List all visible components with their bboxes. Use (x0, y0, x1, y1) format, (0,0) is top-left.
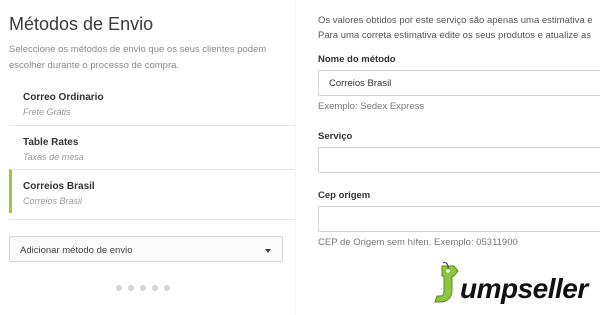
shipping-method-list: Correo Ordinario Frete Grátis Table Rate… (9, 81, 295, 213)
pagination-dot[interactable] (152, 285, 158, 291)
origin-zip-hint: CEP de Origem sem hífen. Exemplo: 053119… (318, 237, 518, 248)
pagination-dot[interactable] (140, 285, 146, 291)
notice-line: Os valores obtidos por este serviço são … (318, 15, 593, 26)
add-shipping-method-dropdown[interactable]: Adicionar método de envio (9, 236, 283, 262)
panel-description: Seleccione os métodos de envio que os se… (9, 44, 267, 71)
list-divider (9, 219, 295, 220)
pagination-dots (116, 285, 170, 291)
method-name-label: Nome do método (318, 54, 396, 65)
shipping-settings-screen: Métodos de Envio Seleccione os métodos d… (0, 0, 600, 315)
logo-wordmark: umpseller (460, 273, 588, 304)
service-label: Serviço (318, 131, 353, 142)
origin-zip-input[interactable] (318, 206, 600, 232)
method-subtitle: Correios Brasil (23, 196, 83, 206)
method-name: Table Rates (23, 137, 79, 148)
pagination-dot[interactable] (128, 285, 134, 291)
jumpseller-logo: umpseller (432, 258, 588, 304)
method-item-correios-brasil[interactable]: Correios Brasil Correios Brasil (9, 169, 295, 213)
origin-zip-label: Cep origem (318, 190, 371, 201)
shipping-methods-panel: Métodos de Envio Seleccione os métodos d… (0, 0, 295, 315)
method-item-correo-ordinario[interactable]: Correo Ordinario Frete Grátis (9, 81, 295, 125)
method-name: Correios Brasil (23, 181, 95, 192)
method-name: Correo Ordinario (23, 92, 104, 103)
caret-down-icon (265, 249, 271, 253)
dropdown-label: Adicionar método de envio (20, 245, 133, 256)
panel-title: Métodos de Envio (9, 14, 154, 34)
pagination-dot[interactable] (116, 285, 122, 291)
notice-line: Para uma correta estimativa edite os seu… (318, 30, 592, 41)
estimate-notice: Os valores obtidos por este serviço são … (318, 13, 600, 43)
method-subtitle: Frete Grátis (23, 107, 71, 117)
method-subtitle: Taxas de mesa (23, 152, 84, 162)
method-name-input[interactable] (318, 70, 600, 96)
method-name-hint: Exemplo: Sedex Express (318, 101, 425, 112)
method-item-table-rates[interactable]: Table Rates Taxas de mesa (9, 125, 295, 169)
shopping-tag-j-icon (434, 261, 459, 303)
service-input[interactable] (318, 147, 600, 173)
pagination-dot[interactable] (164, 285, 170, 291)
